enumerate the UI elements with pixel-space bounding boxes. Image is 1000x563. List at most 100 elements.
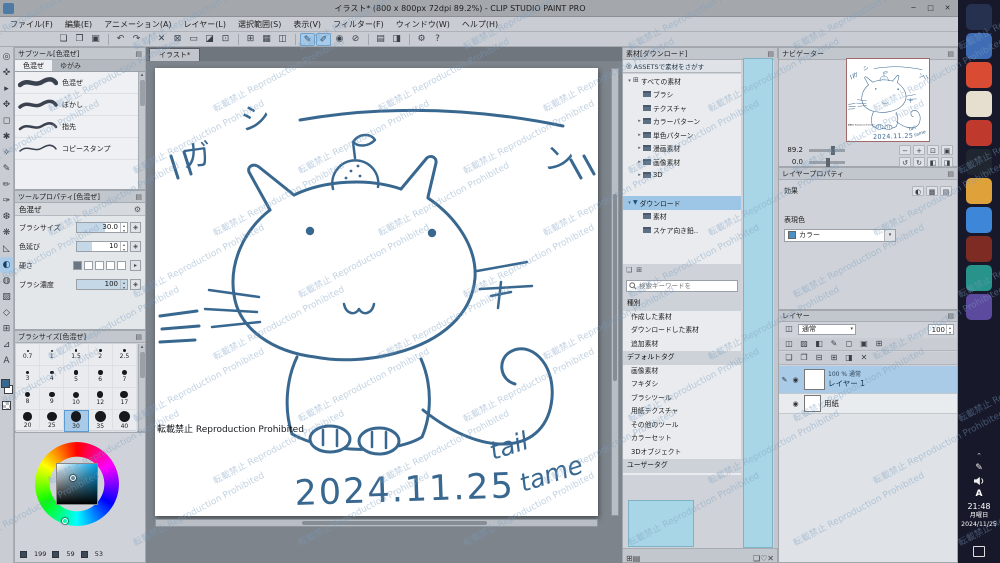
show-rulers-icon[interactable]: ▤ [373, 33, 388, 46]
expander-icon[interactable]: ▸ [636, 118, 643, 124]
panel-menu-icon[interactable]: ▤ [947, 312, 954, 320]
brush-size-cell[interactable]: 40 [112, 410, 137, 432]
search-input[interactable] [639, 282, 729, 290]
brush-size-cell[interactable]: 17 [112, 388, 137, 410]
ruler-tool[interactable]: ⊿ [0, 337, 13, 353]
merge-down-icon[interactable]: ⊟ [812, 352, 826, 364]
spinner-icon[interactable]: ▴ ▾ [946, 324, 953, 335]
menu-item-5[interactable]: 表示(V) [287, 17, 327, 32]
expander-icon[interactable]: ▸ [636, 145, 643, 151]
auto-select-tool[interactable]: ✱ [0, 129, 13, 145]
subtool-item[interactable]: 色混ぜ [15, 72, 138, 94]
brush-size-scrollbar[interactable]: ▴ [138, 344, 145, 431]
canvas-horizontal-scrollbar[interactable] [155, 519, 598, 527]
layer-thumbnail[interactable] [804, 395, 821, 412]
sv-cursor[interactable] [70, 475, 76, 481]
size-options-icon[interactable]: ◈ [130, 222, 141, 233]
layer-row-selected[interactable]: ✎ ◉ 100 % 通常 レイヤー 1 [779, 366, 957, 394]
brush-size-cell[interactable]: 8 [16, 388, 41, 410]
tab-color-blend[interactable]: 色混ぜ [15, 60, 52, 71]
layer-color-icon[interactable]: ▤ [940, 186, 952, 196]
panel-menu-icon[interactable]: ▤ [947, 170, 954, 178]
material-filter-item[interactable]: その他のツール [623, 419, 741, 433]
taskbar-app-icon-3[interactable] [966, 91, 992, 117]
material-filter-item[interactable]: 画像素材 [623, 365, 741, 379]
lock-layer-icon[interactable]: ▨ [797, 338, 811, 350]
stretch-options-icon[interactable]: ◈ [130, 241, 141, 252]
expander-icon[interactable]: ▸ [636, 172, 643, 178]
brush-size-cell[interactable]: 4 [40, 366, 65, 388]
taskbar-app-icon-7[interactable] [966, 207, 992, 233]
snap-to-ruler-icon[interactable]: ◫ [275, 33, 290, 46]
panel-menu-icon[interactable]: ▤ [135, 50, 142, 58]
material-tree-item[interactable]: ▸ 画像素材 [623, 155, 741, 169]
brush-size-cell[interactable]: 10 [64, 388, 89, 410]
notification-center-icon[interactable] [973, 546, 985, 557]
brush-size-slider[interactable]: 30.0 ▴ ▾ [76, 222, 128, 233]
material-tree-item[interactable]: 素材 [623, 210, 741, 224]
material-tree-item[interactable]: ▾ ▼ ダウンロード [623, 196, 741, 210]
spinner-icon[interactable]: ▴ ▾ [120, 242, 127, 252]
expander-icon[interactable]: ▸ [636, 159, 643, 165]
brush-size-cell[interactable]: 3 [16, 366, 41, 388]
grid-icon[interactable]: ⊞ [243, 33, 258, 46]
close-button[interactable]: ✕ [940, 2, 955, 14]
zoom-tool[interactable]: ◎ [0, 49, 13, 65]
taskbar-app-icon-8[interactable] [966, 236, 992, 262]
taskbar-app-icon-2[interactable] [966, 62, 992, 88]
material-filter-item[interactable]: 作成した素材 [623, 311, 741, 325]
panel-menu-icon[interactable]: ▤ [135, 333, 142, 341]
zoom-in-icon[interactable]: + [913, 145, 925, 155]
brush-size-cell[interactable]: 0.7 [16, 344, 41, 366]
brush-size-cell[interactable]: 25 [40, 410, 65, 432]
decoration-tool[interactable]: ❋ [0, 225, 13, 241]
new-layer-icon[interactable]: ❏ [782, 352, 796, 364]
material-filter-item[interactable]: ダウンロードした素材 [623, 324, 741, 338]
eyedropper-tool[interactable]: ✧ [0, 145, 13, 161]
material-tree-item[interactable]: ブラシ [623, 88, 741, 102]
menu-item-4[interactable]: 選択範囲(S) [232, 17, 287, 32]
thumbnail-view-icon[interactable]: ⊞ [626, 554, 633, 563]
open-file-icon[interactable]: ❐ [72, 33, 87, 46]
flip-vertical-icon[interactable]: ◨ [941, 157, 953, 167]
material-tree-item[interactable]: ▸ カラーパターン [623, 115, 741, 129]
panel-menu-icon[interactable]: ▤ [767, 50, 774, 58]
brush-size-cell[interactable]: 1 [40, 344, 65, 366]
rotate-right-icon[interactable]: ↻ [913, 157, 925, 167]
settings-icon[interactable]: ⚙ [414, 33, 429, 46]
delete-outside-selection-icon[interactable]: ⊠ [170, 33, 185, 46]
transparent-color-chip[interactable] [2, 401, 11, 410]
brush-tool[interactable]: ✑ [0, 193, 13, 209]
ime-indicator[interactable]: A [976, 489, 983, 499]
spinner-icon[interactable]: ▴ ▾ [120, 280, 127, 290]
snap-to-grid-icon[interactable]: ▦ [259, 33, 274, 46]
taskbar-app-icon-0[interactable] [966, 4, 992, 30]
minimize-button[interactable]: ─ [906, 2, 921, 14]
brush-size-cell[interactable]: 6 [88, 366, 113, 388]
gradient-tool[interactable]: ▨ [0, 289, 13, 305]
new-file-icon[interactable]: ❏ [56, 33, 71, 46]
subtool-item[interactable]: 指先 [15, 116, 138, 138]
hue-cursor[interactable] [62, 518, 68, 524]
text-tool[interactable]: A [0, 353, 13, 369]
layer-name[interactable]: レイヤー 1 [828, 379, 865, 388]
taskbar-app-icon-5[interactable] [966, 149, 992, 175]
hardness-selector[interactable] [73, 261, 126, 270]
brush-size-cell[interactable]: 1.5 [64, 344, 89, 366]
taskbar-app-icon-9[interactable] [966, 265, 992, 291]
combine-icon[interactable]: ⊞ [827, 352, 841, 364]
spinner-icon[interactable]: ▴ ▾ [120, 223, 127, 233]
brush-density-slider[interactable]: 100 ▴ ▾ [76, 279, 128, 290]
pen-pressure-icon[interactable]: ✐ [316, 32, 331, 46]
panel-menu-icon[interactable]: ▤ [135, 193, 142, 201]
subtool-item[interactable]: コピースタンプ [15, 138, 138, 160]
border-effect-icon[interactable]: ◐ [912, 186, 924, 196]
layer-move-tool[interactable]: ✥ [0, 97, 13, 113]
material-tree-item[interactable]: テクスチャ [623, 101, 741, 115]
transfer-icon[interactable]: ◨ [842, 352, 856, 364]
deselect-icon[interactable]: ▭ [186, 33, 201, 46]
pencil-tool[interactable]: ✏ [0, 177, 13, 193]
material-tree-item[interactable]: スケア向き鉛.. [623, 223, 741, 237]
reference-layer-icon[interactable]: ▣ [857, 338, 871, 350]
clear-icon[interactable]: ⊘ [348, 33, 363, 46]
